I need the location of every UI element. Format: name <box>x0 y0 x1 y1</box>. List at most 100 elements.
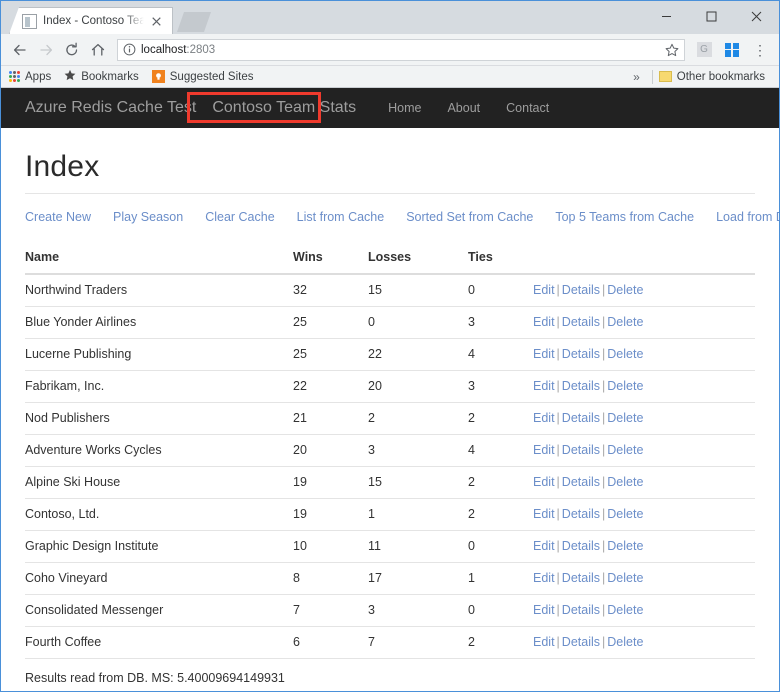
table-row: Blue Yonder Airlines 25 0 3 Edit | Details | Del… <box>25 306 755 339</box>
home-button[interactable] <box>85 37 111 63</box>
row-action-edit[interactable]: Edit <box>533 507 555 521</box>
browser-menu-button[interactable]: ⋮ <box>747 37 773 63</box>
row-action-details[interactable]: Details <box>562 347 600 361</box>
row-action-edit[interactable]: Edit <box>533 475 555 489</box>
cell-team-name: Alpine Ski House <box>25 466 293 499</box>
row-action-details[interactable]: Details <box>562 539 600 553</box>
minimize-button[interactable] <box>644 1 689 31</box>
column-header-actions <box>533 242 755 275</box>
new-tab-button[interactable] <box>177 12 211 32</box>
row-action-details[interactable]: Details <box>562 475 600 489</box>
cell-losses: 22 <box>368 338 468 371</box>
row-action-delete[interactable]: Delete <box>607 475 643 489</box>
row-action-delete[interactable]: Delete <box>607 603 643 617</box>
site-info-icon[interactable] <box>123 43 136 56</box>
column-header-ties: Ties <box>468 242 533 275</box>
row-action-delete[interactable]: Delete <box>607 347 643 361</box>
table-row: Lucerne Publishing 25 22 4 Edit | Details | Dele… <box>25 338 755 371</box>
row-action-separator: | <box>556 347 560 361</box>
table-row: Fabrikam, Inc. 22 20 3 Edit | Details | Delete <box>25 370 755 403</box>
row-action-edit[interactable]: Edit <box>533 315 555 329</box>
tab-close-icon[interactable] <box>148 13 164 29</box>
row-action-delete[interactable]: Delete <box>607 635 643 649</box>
action-create-new[interactable]: Create New <box>25 210 91 224</box>
bookmark-other-bookmarks-label: Other bookmarks <box>676 70 765 83</box>
windows-logo-icon <box>725 42 739 57</box>
action-clear-cache[interactable]: Clear Cache <box>205 210 274 224</box>
row-action-details[interactable]: Details <box>562 443 600 457</box>
row-action-delete[interactable]: Delete <box>607 571 643 585</box>
bookmarks-bar-right: » Other bookmarks <box>627 69 771 84</box>
row-action-delete[interactable]: Delete <box>607 283 643 297</box>
teams-table-body: Northwind Traders 32 15 0 Edit | Details | Delet… <box>25 274 755 658</box>
cell-row-actions: Edit | Details | Delete <box>533 274 755 307</box>
kebab-menu-icon: ⋮ <box>753 41 767 58</box>
navlink-contact[interactable]: Contact <box>506 101 549 115</box>
table-row: Nod Publishers 21 2 2 Edit | Details | Delete <box>25 402 755 435</box>
cell-losses: 20 <box>368 370 468 403</box>
bookmark-suggested-sites[interactable]: Suggested Sites <box>151 70 254 83</box>
row-action-edit[interactable]: Edit <box>533 283 555 297</box>
row-action-details[interactable]: Details <box>562 507 600 521</box>
maximize-button[interactable] <box>689 1 734 31</box>
cell-row-actions: Edit | Details | Delete <box>533 498 755 531</box>
navlink-home[interactable]: Home <box>388 101 421 115</box>
row-action-details[interactable]: Details <box>562 315 600 329</box>
row-action-edit[interactable]: Edit <box>533 539 555 553</box>
row-action-edit[interactable]: Edit <box>533 571 555 585</box>
bookmark-other-bookmarks[interactable]: Other bookmarks <box>658 70 765 83</box>
bookmarks-overflow-icon[interactable]: » <box>627 70 646 84</box>
address-bar-text: localhost:2803 <box>141 44 215 56</box>
cell-ties: 2 <box>468 402 533 435</box>
back-button[interactable] <box>7 37 33 63</box>
forward-button[interactable] <box>33 37 59 63</box>
action-load-from-db[interactable]: Load from DB <box>716 210 779 224</box>
action-sorted-set-from-cache[interactable]: Sorted Set from Cache <box>406 210 533 224</box>
row-action-delete[interactable]: Delete <box>607 443 643 457</box>
row-action-delete[interactable]: Delete <box>607 507 643 521</box>
profile-avatar-icon[interactable]: G <box>691 37 717 63</box>
cell-wins: 8 <box>293 562 368 595</box>
row-action-edit[interactable]: Edit <box>533 635 555 649</box>
cell-ties: 3 <box>468 306 533 339</box>
reload-button[interactable] <box>59 37 85 63</box>
windows-extension-icon[interactable] <box>719 37 745 63</box>
cell-wins: 19 <box>293 466 368 499</box>
row-action-delete[interactable]: Delete <box>607 379 643 393</box>
cell-ties: 0 <box>468 530 533 563</box>
row-action-details[interactable]: Details <box>562 411 600 425</box>
close-button[interactable] <box>734 1 779 31</box>
row-action-edit[interactable]: Edit <box>533 411 555 425</box>
row-action-details[interactable]: Details <box>562 603 600 617</box>
bookmark-bookmarks[interactable]: Bookmarks <box>64 69 139 84</box>
row-action-delete[interactable]: Delete <box>607 315 643 329</box>
action-play-season[interactable]: Play Season <box>113 210 183 224</box>
cell-losses: 17 <box>368 562 468 595</box>
row-action-details[interactable]: Details <box>562 283 600 297</box>
navbar-brand-secondary[interactable]: Contoso Team Stats <box>206 96 362 120</box>
row-action-separator: | <box>556 379 560 393</box>
row-action-edit[interactable]: Edit <box>533 443 555 457</box>
apps-grid-icon <box>9 71 20 82</box>
row-action-edit[interactable]: Edit <box>533 347 555 361</box>
row-action-delete[interactable]: Delete <box>607 539 643 553</box>
bookmark-star-icon[interactable] <box>665 43 679 57</box>
action-top-5-teams-from-cache[interactable]: Top 5 Teams from Cache <box>555 210 694 224</box>
cell-team-name: Northwind Traders <box>25 283 128 297</box>
row-action-edit[interactable]: Edit <box>533 379 555 393</box>
row-action-details[interactable]: Details <box>562 379 600 393</box>
row-action-edit[interactable]: Edit <box>533 603 555 617</box>
address-bar[interactable]: localhost:2803 <box>117 38 685 61</box>
action-list-from-cache[interactable]: List from Cache <box>297 210 385 224</box>
row-action-separator: | <box>556 443 560 457</box>
cell-ties: 4 <box>468 338 533 371</box>
navbar-brand[interactable]: Azure Redis Cache Test <box>25 99 196 117</box>
browser-tab-active[interactable]: Index - Contoso Team St <box>9 7 173 34</box>
row-action-details[interactable]: Details <box>562 635 600 649</box>
row-action-details[interactable]: Details <box>562 571 600 585</box>
row-action-delete[interactable]: Delete <box>607 411 643 425</box>
tab-strip: Index - Contoso Team St <box>1 0 211 34</box>
cell-ties: 4 <box>468 434 533 467</box>
navlink-about[interactable]: About <box>447 101 480 115</box>
bookmark-apps[interactable]: Apps <box>9 71 51 83</box>
